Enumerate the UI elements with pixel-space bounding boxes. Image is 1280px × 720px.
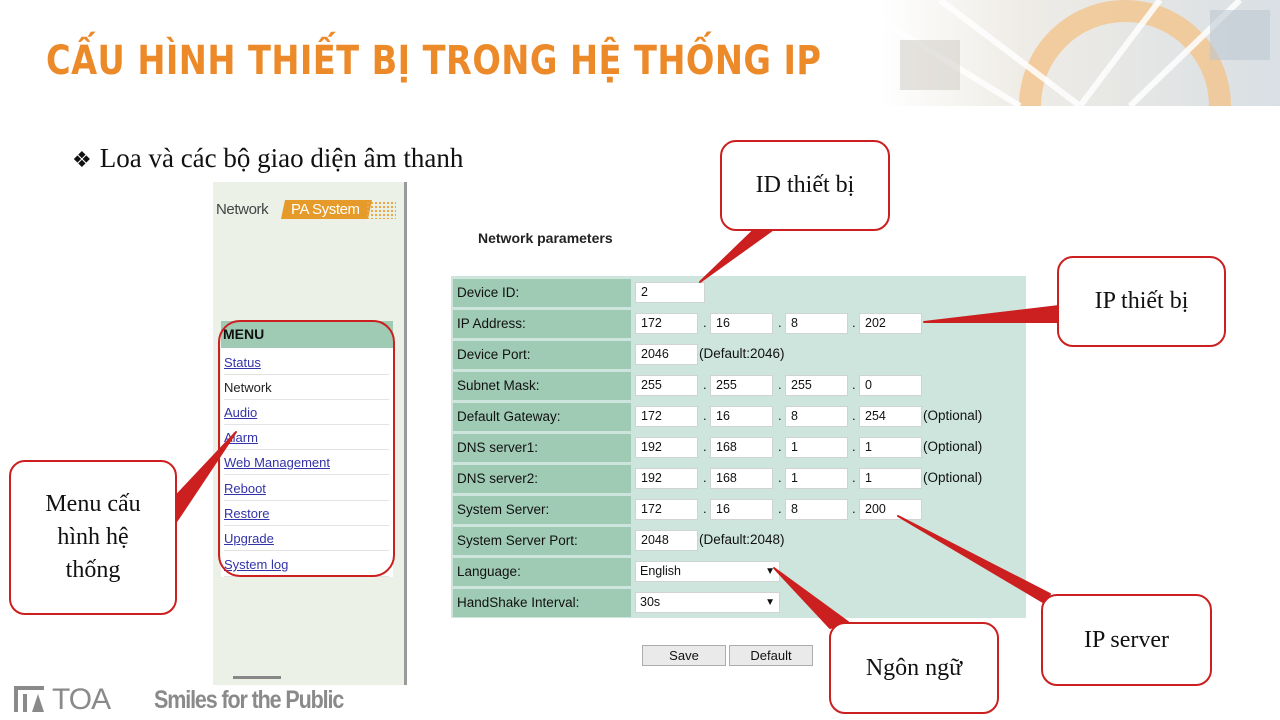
callout-pointer-device-id [699, 225, 779, 283]
gateway-octet-4[interactable]: 254 [859, 406, 922, 427]
ip-dot: . [703, 408, 707, 423]
ip-dot: . [852, 470, 856, 485]
toa-mark-icon [14, 686, 44, 712]
ip-dot: . [778, 470, 782, 485]
subnet-mask-octet-3[interactable]: 255 [785, 375, 848, 396]
header-decorative-photo [880, 0, 1280, 106]
dns1-octet-4[interactable]: 1 [859, 437, 922, 458]
dns2-octet-3[interactable]: 1 [785, 468, 848, 489]
system-server-port-default-note: (Default:2048) [699, 532, 785, 547]
dns1-label: DNS server1: [453, 434, 631, 462]
handshake-selected-value: 30s [640, 595, 661, 609]
system-server-octet-2[interactable]: 16 [710, 499, 773, 520]
device-id-label: Device ID: [453, 279, 631, 307]
ip-dot: . [778, 501, 782, 516]
language-label: Language: [453, 558, 631, 586]
dns2-octet-2[interactable]: 168 [710, 468, 773, 489]
callout-menu: Menu cấu hình hệ thống [9, 460, 177, 615]
dns1-octet-1[interactable]: 192 [635, 437, 698, 458]
bullet-text: ❖ Loa và các bộ giao diện âm thanh [72, 143, 463, 174]
ip-dot: . [703, 439, 707, 454]
ip-dot: . [703, 501, 707, 516]
ip-address-octet-4[interactable]: 202 [859, 313, 922, 334]
dns2-octet-1[interactable]: 192 [635, 468, 698, 489]
sidebar-divider [404, 182, 407, 685]
system-server-octet-4[interactable]: 200 [859, 499, 922, 520]
ip-dot: . [778, 408, 782, 423]
footer-slogan: Smiles for the Public [154, 686, 344, 714]
form-title: Network parameters [478, 230, 613, 246]
default-gateway-label: Default Gateway: [453, 403, 631, 431]
callout-ip-server: IP server [1041, 594, 1212, 686]
callout-device-id: ID thiết bị [720, 140, 890, 231]
system-server-octet-3[interactable]: 8 [785, 499, 848, 520]
ip-address-octet-1[interactable]: 172 [635, 313, 698, 334]
ip-dot: . [778, 439, 782, 454]
scrollbar[interactable] [233, 676, 281, 679]
save-button[interactable]: Save [642, 645, 726, 666]
ip-dot: . [778, 377, 782, 392]
ip-dot: . [852, 315, 856, 330]
ip-dot: . [852, 439, 856, 454]
ip-address-label: IP Address: [453, 310, 631, 338]
system-server-port-input[interactable]: 2048 [635, 530, 698, 551]
chevron-down-icon: ▼ [765, 566, 775, 577]
subnet-mask-octet-4[interactable]: 0 [859, 375, 922, 396]
language-select[interactable]: English ▼ [635, 561, 780, 582]
handshake-interval-select[interactable]: 30s ▼ [635, 592, 780, 613]
ip-address-octet-3[interactable]: 8 [785, 313, 848, 334]
system-server-label: System Server: [453, 496, 631, 524]
device-port-label: Device Port: [453, 341, 631, 369]
subnet-mask-octet-2[interactable]: 255 [710, 375, 773, 396]
dns2-label: DNS server2: [453, 465, 631, 493]
default-button[interactable]: Default [729, 645, 813, 666]
handshake-interval-label: HandShake Interval: [453, 589, 631, 617]
slide-title: CẤU HÌNH THIẾT BỊ TRONG HỆ THỐNG IP [46, 38, 822, 84]
diamond-bullet-icon: ❖ [72, 147, 92, 172]
gateway-octet-3[interactable]: 8 [785, 406, 848, 427]
gateway-octet-2[interactable]: 16 [710, 406, 773, 427]
system-server-port-label: System Server Port: [453, 527, 631, 555]
ip-dot: . [703, 470, 707, 485]
menu-highlight-ring [218, 320, 395, 577]
dns1-optional-note: (Optional) [923, 439, 983, 454]
dns1-octet-3[interactable]: 1 [785, 437, 848, 458]
dns2-octet-4[interactable]: 1 [859, 468, 922, 489]
subnet-mask-octet-1[interactable]: 255 [635, 375, 698, 396]
callout-ip-device: IP thiết bị [1057, 256, 1226, 347]
gateway-optional-note: (Optional) [923, 408, 983, 423]
toa-logo: TOA [14, 683, 134, 716]
device-port-default-note: (Default:2046) [699, 346, 785, 361]
language-selected-value: English [640, 564, 681, 578]
system-server-octet-1[interactable]: 172 [635, 499, 698, 520]
chevron-down-icon: ▼ [765, 597, 775, 608]
dns1-octet-2[interactable]: 168 [710, 437, 773, 458]
callout-language: Ngôn ngữ [829, 622, 999, 714]
ip-dot: . [703, 377, 707, 392]
network-pa-system-logo: Network PA System [216, 199, 396, 221]
bullet-label: Loa và các bộ giao diện âm thanh [99, 143, 464, 173]
ip-address-octet-2[interactable]: 16 [710, 313, 773, 334]
gateway-octet-1[interactable]: 172 [635, 406, 698, 427]
device-id-input[interactable]: 2 [635, 282, 705, 303]
ip-dot: . [703, 315, 707, 330]
device-port-input[interactable]: 2046 [635, 344, 698, 365]
subnet-mask-label: Subnet Mask: [453, 372, 631, 400]
toa-brand-text: TOA [52, 683, 111, 716]
ip-dot: . [852, 377, 856, 392]
ip-dot: . [778, 315, 782, 330]
dns2-optional-note: (Optional) [923, 470, 983, 485]
ip-dot: . [852, 501, 856, 516]
ip-dot: . [852, 408, 856, 423]
